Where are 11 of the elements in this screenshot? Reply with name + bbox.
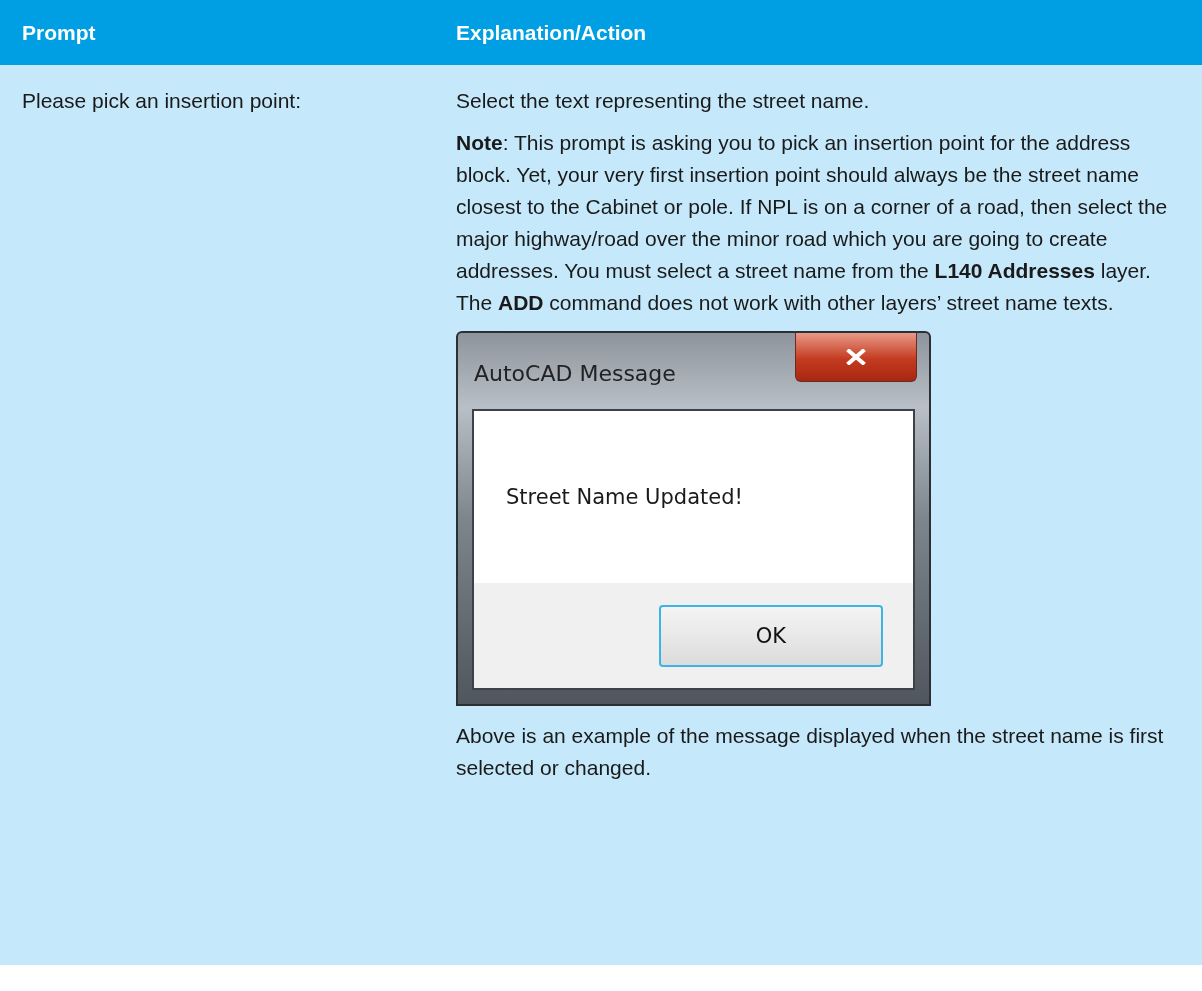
- dialog-title: AutoCAD Message: [474, 361, 676, 386]
- explanation-text: Above is an example of the message displayed when the street name is first selected or changed.: [456, 723, 1165, 781]
- column-header: Prompt: [21, 20, 97, 45]
- prompt-text: Please pick an insertion point:: [22, 88, 302, 114]
- ok-button[interactable]: OK: [659, 604, 883, 667]
- explanation-text: Note: This prompt is asking you to pick an insertion point for the address block. Yet, your very first insertion point should always be the street name closest to the Cabinet or pole. If NPL is on a corner of a road, then select the major highway/road over the minor road which you are going to create addresses. You must select a street name from the L140 Addresses layer. The ADD command does not work with other layers’ street name texts.: [456, 130, 1169, 316]
- column-header: Explanation/Action: [455, 20, 647, 45]
- close-button[interactable]: [795, 333, 917, 382]
- dialog-message: Street Name Updated!: [506, 485, 743, 509]
- explanation-text: Select the text representing the street name.: [456, 88, 871, 114]
- close-icon: [846, 349, 866, 365]
